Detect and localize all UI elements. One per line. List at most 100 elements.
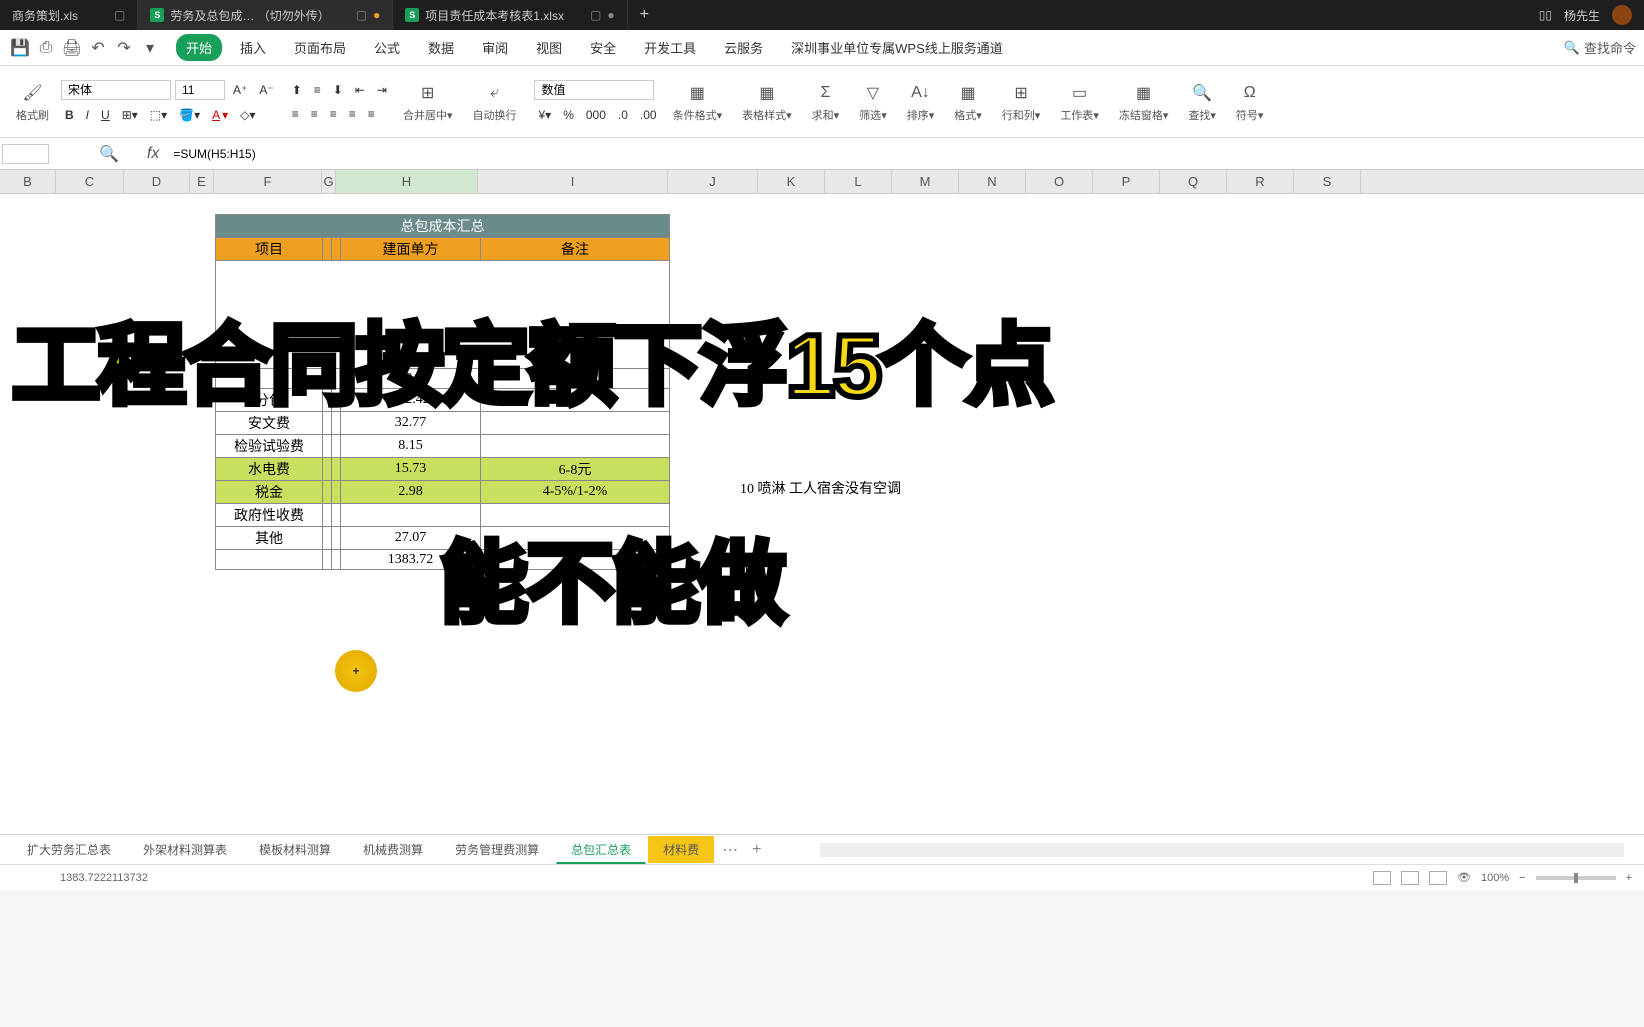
tab-close-icon[interactable]: ● bbox=[607, 8, 614, 22]
sheet-tab[interactable]: 劳务管理费测算 bbox=[440, 836, 554, 863]
menu-data[interactable]: 数据 bbox=[418, 34, 464, 61]
table-style-button[interactable]: ▦ 表格样式▾ bbox=[734, 77, 800, 127]
col-E[interactable]: E bbox=[190, 170, 214, 193]
spreadsheet-grid[interactable]: 总包成本汇总 项目 建面单方 备注 58.7 分包182.42 安文费32.77… bbox=[0, 194, 1644, 834]
col-D[interactable]: D bbox=[124, 170, 190, 193]
font-select[interactable] bbox=[61, 80, 171, 100]
save-icon[interactable]: 💾 bbox=[8, 36, 32, 60]
table-header[interactable]: 项目 bbox=[216, 238, 323, 261]
sheet-tab[interactable]: 机械费测算 bbox=[348, 836, 438, 863]
wrap-button[interactable]: ⤶ 自动换行 bbox=[464, 77, 524, 127]
search-icon[interactable]: 🔍 bbox=[49, 144, 139, 164]
percent-icon[interactable]: % bbox=[559, 106, 578, 124]
col-K[interactable]: K bbox=[758, 170, 825, 193]
align-top-icon[interactable]: ⬆ bbox=[288, 81, 306, 99]
sort-button[interactable]: A↓ 排序▾ bbox=[899, 77, 943, 127]
rowcol-button[interactable]: ⊞ 行和列▾ bbox=[994, 77, 1049, 127]
font-color-button[interactable]: A▾ bbox=[208, 106, 232, 124]
view-normal-icon[interactable] bbox=[1373, 871, 1391, 885]
zoom-slider[interactable] bbox=[1536, 876, 1616, 880]
sheet-tab[interactable]: 总包汇总表 bbox=[556, 836, 646, 864]
undo-icon[interactable]: ↶ bbox=[86, 36, 110, 60]
new-tab-button[interactable]: + bbox=[628, 6, 661, 24]
tab-window-icon[interactable]: ▢ bbox=[356, 8, 367, 22]
col-P[interactable]: P bbox=[1093, 170, 1160, 193]
redo-icon[interactable]: ↷ bbox=[112, 36, 136, 60]
col-L[interactable]: L bbox=[825, 170, 892, 193]
increase-decimal-icon[interactable]: .00 bbox=[636, 106, 661, 124]
align-justify-icon[interactable]: ≡ bbox=[345, 105, 360, 123]
tab-2[interactable]: S 劳务及总包成… （切勿外传） ▢ ● bbox=[138, 0, 393, 30]
panel-icon[interactable]: ▯▯ bbox=[1539, 8, 1552, 22]
tab-window-icon[interactable]: ▢ bbox=[590, 8, 601, 22]
comma-icon[interactable]: 000 bbox=[582, 106, 610, 124]
zoom-in-button[interactable]: + bbox=[1626, 872, 1632, 884]
annotation-text[interactable]: 10 喷淋 工人宿舍没有空调 bbox=[740, 478, 901, 498]
table-header[interactable]: 建面单方 bbox=[341, 238, 481, 261]
eye-icon[interactable]: 👁 bbox=[1457, 871, 1471, 884]
sheet-more-icon[interactable]: ⋯ bbox=[716, 840, 744, 860]
col-S[interactable]: S bbox=[1294, 170, 1361, 193]
menu-security[interactable]: 安全 bbox=[580, 34, 626, 61]
tab-1[interactable]: 商务策划.xls ▢ bbox=[0, 0, 138, 30]
fx-button[interactable]: fx bbox=[139, 145, 167, 163]
font-size-select[interactable] bbox=[175, 80, 225, 100]
align-right-icon[interactable]: ≡ bbox=[326, 105, 341, 123]
tab-window-icon[interactable]: ▢ bbox=[114, 8, 125, 22]
decrease-decimal-icon[interactable]: .0 bbox=[614, 106, 632, 124]
add-sheet-button[interactable]: + bbox=[746, 841, 767, 859]
number-format-select[interactable] bbox=[534, 80, 654, 100]
fill-button[interactable]: ⬚▾ bbox=[146, 106, 171, 124]
view-break-icon[interactable] bbox=[1429, 871, 1447, 885]
col-O[interactable]: O bbox=[1026, 170, 1093, 193]
avatar[interactable] bbox=[1612, 5, 1632, 25]
menu-view[interactable]: 视图 bbox=[526, 34, 572, 61]
decrease-font-icon[interactable]: A⁻ bbox=[255, 81, 277, 99]
menu-layout[interactable]: 页面布局 bbox=[284, 34, 356, 61]
sheet-tab[interactable]: 外架材料测算表 bbox=[128, 836, 242, 863]
table-title[interactable]: 总包成本汇总 bbox=[216, 215, 670, 238]
fill-color-button[interactable]: 🪣▾ bbox=[175, 106, 204, 124]
underline-button[interactable]: U bbox=[97, 106, 114, 124]
format-button[interactable]: ▦ 格式▾ bbox=[946, 77, 990, 127]
sheet-tab[interactable]: 材料费 bbox=[648, 836, 714, 863]
horizontal-scrollbar[interactable] bbox=[820, 843, 1624, 857]
align-bottom-icon[interactable]: ⬇ bbox=[329, 81, 347, 99]
menu-start[interactable]: 开始 bbox=[176, 34, 222, 61]
user-name[interactable]: 杨先生 bbox=[1564, 7, 1600, 24]
zoom-value[interactable]: 100% bbox=[1481, 872, 1509, 884]
border-button[interactable]: ⊞▾ bbox=[118, 106, 142, 124]
indent-right-icon[interactable]: ⇥ bbox=[373, 81, 391, 99]
col-I[interactable]: I bbox=[478, 170, 668, 193]
col-R[interactable]: R bbox=[1227, 170, 1294, 193]
align-center-icon[interactable]: ≡ bbox=[307, 105, 322, 123]
menu-special[interactable]: 深圳事业单位专属WPS线上服务通道 bbox=[781, 34, 1013, 61]
col-C[interactable]: C bbox=[56, 170, 124, 193]
sum-button[interactable]: Σ 求和▾ bbox=[804, 77, 848, 127]
menu-cloud[interactable]: 云服务 bbox=[714, 34, 773, 61]
indent-left-icon[interactable]: ⇤ bbox=[351, 81, 369, 99]
align-distribute-icon[interactable]: ≡ bbox=[364, 105, 379, 123]
menu-insert[interactable]: 插入 bbox=[230, 34, 276, 61]
zoom-out-button[interactable]: − bbox=[1519, 872, 1525, 884]
sheet-tab[interactable]: 模板材料测算 bbox=[244, 836, 346, 863]
increase-font-icon[interactable]: A⁺ bbox=[229, 81, 251, 99]
col-N[interactable]: N bbox=[959, 170, 1026, 193]
col-J[interactable]: J bbox=[668, 170, 758, 193]
worksheet-button[interactable]: ▭ 工作表▾ bbox=[1052, 77, 1107, 127]
symbol-button[interactable]: Ω 符号▾ bbox=[1228, 77, 1272, 127]
menu-dev[interactable]: 开发工具 bbox=[634, 34, 706, 61]
col-M[interactable]: M bbox=[892, 170, 959, 193]
currency-icon[interactable]: ¥▾ bbox=[534, 106, 555, 124]
col-Q[interactable]: Q bbox=[1160, 170, 1227, 193]
dropdown-icon[interactable]: ▾ bbox=[138, 36, 162, 60]
find-button[interactable]: 🔍 查找▾ bbox=[1180, 77, 1224, 127]
col-G[interactable]: G bbox=[322, 170, 336, 193]
cond-format-button[interactable]: ▦ 条件格式▾ bbox=[665, 77, 731, 127]
name-box[interactable] bbox=[2, 144, 49, 164]
print-preview-icon[interactable]: ⎙ bbox=[34, 36, 58, 60]
command-search[interactable]: 🔍 查找命令 bbox=[1564, 38, 1636, 57]
sheet-tab[interactable]: 扩大劳务汇总表 bbox=[12, 836, 126, 863]
print-icon[interactable]: 🖨 bbox=[60, 36, 84, 60]
format-painter-button[interactable]: 🖌 格式刷 bbox=[8, 77, 57, 127]
